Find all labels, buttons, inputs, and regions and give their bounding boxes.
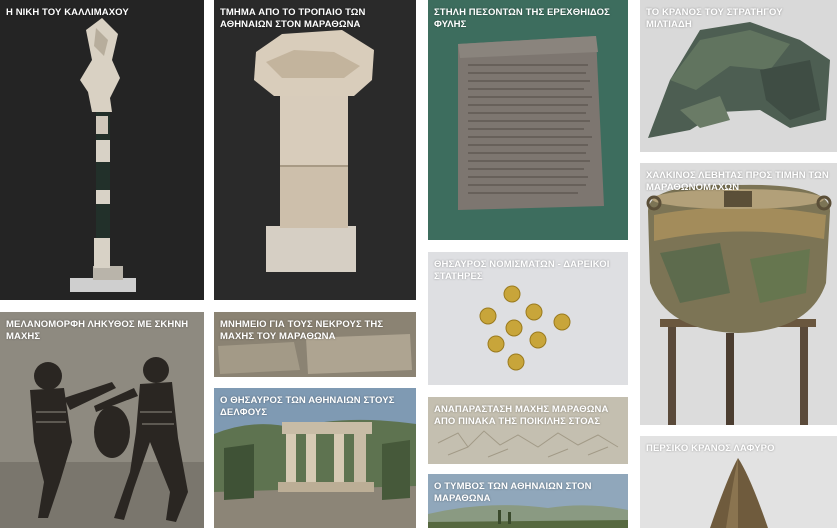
card-title: ΑΝΑΠΑΡΑΣΤΑΣΗ ΜΑΧΗΣ ΜΑΡΑΘΩΝΑ ΑΠΟ ΠΙΝΑΚΑ Τ…	[434, 404, 609, 427]
card-title: ΧΑΛΚΙΝΟΣ ΛΕΒΗΤΑΣ ΠΡΟΣ ΤΙΜΗΝ ΤΩΝ ΜΑΡΑΘΩΝΟ…	[646, 170, 829, 193]
card-title: ΠΕΡΣΙΚΟ ΚΡΑΝΟΣ ΛΑΦΥΡΟ	[646, 443, 775, 454]
exhibit-gallery: Η ΝΙΚΗ ΤΟΥ ΚΑΛΛΙΜΑΧΟΥ ΤΜΗΜΑ ΑΠΟ ΤΟ ΤΡΟΠΑ…	[0, 0, 837, 528]
gallery-card-lekythos[interactable]: ΜΕΛΑΝΟΜΟΡΦΗ ΛΗΚΥΘΟΣ ΜΕ ΣΚΗΝΗ ΜΑΧΗΣ	[0, 312, 204, 528]
card-title: ΤΟ ΚΡΑΝΟΣ ΤΟΥ ΣΤΡΑΤΗΓΟΥ ΜΙΛΤΙΑΔΗ	[646, 7, 783, 30]
gallery-card-monument[interactable]: ΜΝΗΜΕΙΟ ΓΙΑ ΤΟΥΣ ΝΕΚΡΟΥΣ ΤΗΣ ΜΑΧΗΣ ΤΟΥ Μ…	[214, 312, 416, 377]
trophy-column-image	[254, 30, 374, 272]
card-title: Η ΝΙΚΗ ΤΟΥ ΚΑΛΛΙΜΑΧΟΥ	[6, 7, 129, 18]
gallery-card-nike-kallimachos[interactable]: Η ΝΙΚΗ ΤΟΥ ΚΑΛΛΙΜΑΧΟΥ	[0, 0, 204, 300]
gallery-card-stele[interactable]: ΣΤΗΛΗ ΠΕΣΟΝΤΩΝ ΤΗΣ ΕΡΕΧΘΗΙΔΟΣ ΦΥΛΗΣ	[428, 0, 628, 240]
gallery-card-poikile-painting[interactable]: ΑΝΑΠΑΡΑΣΤΑΣΗ ΜΑΧΗΣ ΜΑΡΑΘΩΝΑ ΑΠΟ ΠΙΝΑΚΑ Τ…	[428, 397, 628, 464]
nike-statue-image	[70, 18, 136, 292]
card-title: ΜΕΛΑΝΟΜΟΡΦΗ ΛΗΚΥΘΟΣ ΜΕ ΣΚΗΝΗ ΜΑΧΗΣ	[6, 319, 189, 342]
card-title: ΘΗΣΑΥΡΟΣ ΝΟΜΙΣΜΑΤΩΝ - ΔΑΡΕΙΚΟΙ ΣΤΑΤΗΡΕΣ	[434, 259, 610, 282]
card-title: Ο ΘΗΣΑΥΡΟΣ ΤΩΝ ΑΘΗΝΑΙΩΝ ΣΤΟΥΣ ΔΕΛΦΟΥΣ	[220, 395, 395, 418]
gallery-card-cauldron[interactable]: ΧΑΛΚΙΝΟΣ ΛΕΒΗΤΑΣ ΠΡΟΣ ΤΙΜΗΝ ΤΩΝ ΜΑΡΑΘΩΝΟ…	[640, 163, 837, 425]
gallery-card-persian-helmet[interactable]: ΠΕΡΣΙΚΟ ΚΡΑΝΟΣ ΛΑΦΥΡΟ	[640, 436, 837, 528]
gallery-card-trophy[interactable]: ΤΜΗΜΑ ΑΠΟ ΤΟ ΤΡΟΠΑΙΟ ΤΩΝ ΑΘΗΝΑΙΩΝ ΣΤΟΝ Μ…	[214, 0, 416, 300]
stele-inscription-image	[458, 36, 604, 210]
lekythos-battle-scene-image	[0, 312, 204, 528]
card-title: ΜΝΗΜΕΙΟ ΓΙΑ ΤΟΥΣ ΝΕΚΡΟΥΣ ΤΗΣ ΜΑΧΗΣ ΤΟΥ Μ…	[220, 319, 384, 342]
card-title: ΣΤΗΛΗ ΠΕΣΟΝΤΩΝ ΤΗΣ ΕΡΕΧΘΗΙΔΟΣ ΦΥΛΗΣ	[434, 7, 610, 30]
card-title: ΤΜΗΜΑ ΑΠΟ ΤΟ ΤΡΟΠΑΙΟ ΤΩΝ ΑΘΗΝΑΙΩΝ ΣΤΟΝ Μ…	[220, 7, 366, 30]
gallery-card-treasury-delphi[interactable]: Ο ΘΗΣΑΥΡΟΣ ΤΩΝ ΑΘΗΝΑΙΩΝ ΣΤΟΥΣ ΔΕΛΦΟΥΣ	[214, 388, 416, 528]
gallery-card-miltiades-helmet[interactable]: ΤΟ ΚΡΑΝΟΣ ΤΟΥ ΣΤΡΑΤΗΓΟΥ ΜΙΛΤΙΑΔΗ	[640, 0, 837, 152]
card-title: Ο ΤΥΜΒΟΣ ΤΩΝ ΑΘΗΝΑΙΩΝ ΣΤΟΝ ΜΑΡΑΘΩΝΑ	[434, 481, 592, 504]
bronze-cauldron-image	[646, 184, 832, 425]
gallery-card-tumulus[interactable]: Ο ΤΥΜΒΟΣ ΤΩΝ ΑΘΗΝΑΙΩΝ ΣΤΟΝ ΜΑΡΑΘΩΝΑ	[428, 474, 628, 528]
gallery-card-coins[interactable]: ΘΗΣΑΥΡΟΣ ΝΟΜΙΣΜΑΤΩΝ - ΔΑΡΕΙΚΟΙ ΣΤΑΤΗΡΕΣ	[428, 252, 628, 385]
